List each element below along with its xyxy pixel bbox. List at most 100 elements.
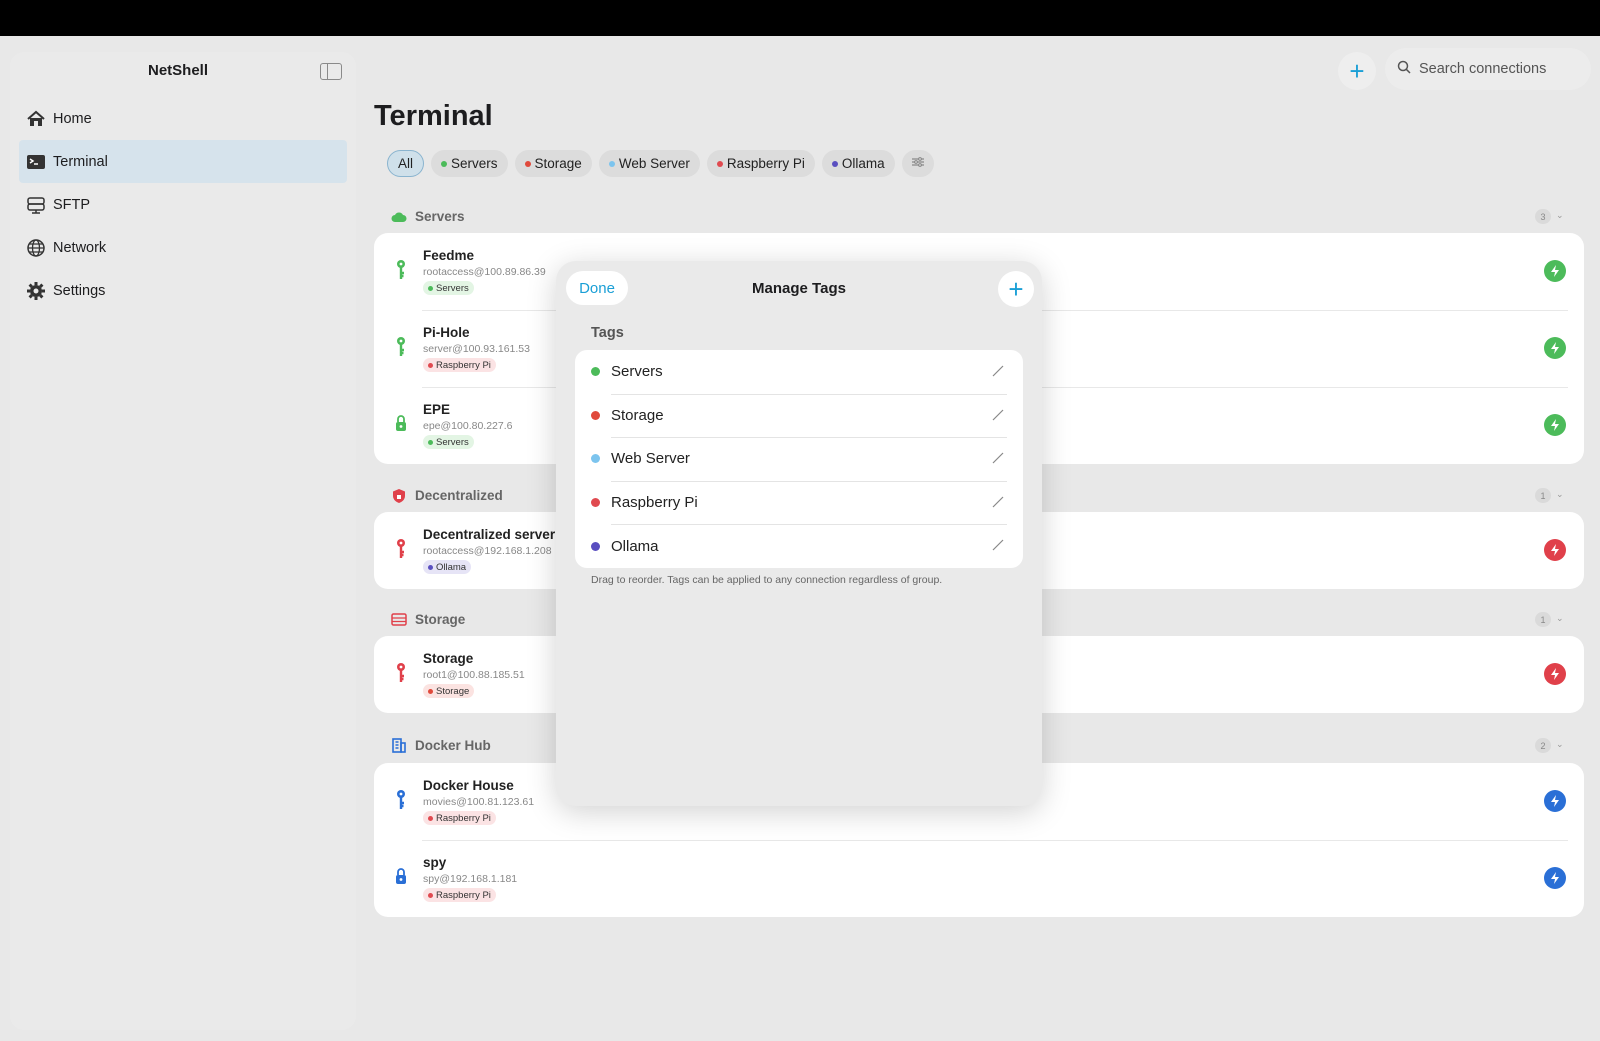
group-header-storage[interactable]: Storage [391, 612, 465, 627]
pencil-icon[interactable] [991, 408, 1005, 422]
group-title: Storage [415, 612, 466, 627]
lock-icon [396, 868, 406, 884]
tag-color-dot [591, 410, 600, 420]
connection-tag: Servers [423, 281, 474, 295]
bolt-icon [1551, 544, 1559, 556]
tag-item-raspberry-pi[interactable]: Raspberry Pi [575, 480, 1023, 525]
chevron-down-icon[interactable]: ⌄ [1556, 613, 1564, 624]
sidebar-item-label: Terminal [53, 153, 108, 170]
pencil-icon[interactable] [991, 364, 1005, 378]
tag-label: Servers [611, 363, 663, 381]
connect-bolt-button[interactable] [1544, 260, 1566, 282]
home-icon [26, 109, 46, 129]
shield-icon [391, 488, 407, 503]
tag-label: Storage [611, 406, 664, 424]
sidebar-item-network[interactable]: Network [19, 226, 347, 269]
tag-item-servers[interactable]: Servers [575, 350, 1023, 394]
filter-chip-web-server[interactable]: Web Server [598, 150, 700, 177]
sidebar-item-terminal[interactable]: Terminal [19, 140, 347, 183]
tag-color-dot [428, 564, 433, 570]
tags-section-label: Tags [591, 325, 624, 341]
connection-name: Decentralized server [423, 527, 556, 542]
connection-host: epe@100.80.227.6 [423, 420, 513, 432]
group-header-servers[interactable]: Servers [391, 209, 465, 224]
bolt-icon [1551, 795, 1559, 807]
tag-color-dot [524, 160, 531, 167]
connect-bolt-button[interactable] [1544, 337, 1566, 359]
connection-tag: Storage [423, 684, 475, 698]
sidebar-nav: Home Terminal SFTP Network Settings [19, 97, 347, 312]
connection-name: EPE [423, 402, 451, 417]
sidebar-item-sftp[interactable]: SFTP [19, 183, 347, 226]
group-count-badge: 2 [1535, 738, 1551, 753]
connect-bolt-button[interactable] [1544, 790, 1566, 812]
chevron-down-icon[interactable]: ⌄ [1556, 739, 1564, 750]
tag-color-dot [591, 541, 600, 551]
filter-chip-servers[interactable]: Servers [431, 150, 508, 177]
connection-host: movies@100.81.123.61 [423, 796, 535, 808]
connect-bolt-button[interactable] [1544, 663, 1566, 685]
group-title: Servers [415, 209, 465, 224]
tag-color-dot [608, 160, 615, 167]
terminal-icon [26, 152, 46, 172]
connection-name: Feedme [423, 248, 475, 263]
sidebar-item-settings[interactable]: Settings [19, 269, 347, 312]
pencil-icon[interactable] [991, 538, 1005, 552]
globe-icon [26, 238, 46, 258]
key-icon [397, 337, 405, 356]
tag-color-dot [716, 160, 723, 167]
tag-label: Storage [436, 685, 470, 697]
group-header-decentralized[interactable]: Decentralized [391, 488, 503, 503]
key-icon [397, 790, 405, 809]
sidebar-item-label: Home [53, 110, 92, 127]
filter-chip-storage[interactable]: Storage [514, 150, 592, 177]
add-connection-button[interactable]: + [1338, 52, 1376, 90]
connection-host: rootaccess@192.168.1.208 [423, 545, 552, 557]
search-bar[interactable] [1385, 48, 1591, 90]
group-count-badge: 3 [1535, 209, 1551, 224]
tag-color-dot [428, 815, 433, 821]
connection-row-spy[interactable]: spy spy@192.168.1.181 Raspberry Pi [374, 840, 1584, 917]
connection-name: Docker House [423, 778, 514, 793]
bolt-icon [1551, 419, 1559, 431]
filter-chip-ollama[interactable]: Ollama [821, 150, 895, 177]
cloud-icon [391, 210, 407, 224]
add-tag-button[interactable]: + [998, 271, 1034, 307]
pencil-icon[interactable] [991, 495, 1005, 509]
chevron-down-icon[interactable]: ⌄ [1556, 489, 1564, 500]
key-icon [397, 539, 405, 558]
bolt-icon [1551, 872, 1559, 884]
tag-color-dot [591, 454, 600, 464]
tag-item-web-server[interactable]: Web Server [575, 437, 1023, 481]
search-input[interactable] [1419, 61, 1579, 77]
filter-chip-raspberry-pi[interactable]: Raspberry Pi [706, 150, 815, 177]
key-icon [397, 260, 405, 279]
sidebar-toggle-icon[interactable] [320, 63, 342, 80]
chevron-down-icon[interactable]: ⌄ [1556, 210, 1564, 221]
filter-chip-all[interactable]: All [387, 150, 425, 177]
search-icon [1397, 60, 1411, 79]
pencil-icon[interactable] [991, 451, 1005, 465]
connection-host: root1@100.88.185.51 [423, 669, 525, 681]
tag-item-ollama[interactable]: Ollama [575, 524, 1023, 568]
connect-bolt-button[interactable] [1544, 414, 1566, 436]
sidebar-item-home[interactable]: Home [19, 97, 347, 140]
tag-label: Ollama [611, 537, 659, 555]
tag-label: Servers [436, 282, 469, 294]
filter-label: Storage [534, 156, 582, 171]
plus-icon: + [1349, 56, 1365, 86]
connect-bolt-button[interactable] [1544, 867, 1566, 889]
tag-color-dot [428, 892, 433, 898]
group-title: Decentralized [415, 488, 503, 503]
manage-tags-button[interactable] [901, 150, 934, 177]
connect-bolt-button[interactable] [1544, 539, 1566, 561]
page-title: Terminal [374, 100, 493, 132]
tag-item-storage[interactable]: Storage [575, 393, 1023, 438]
window-top-bar [0, 0, 1600, 36]
tag-color-dot [428, 688, 433, 694]
tag-label: Raspberry Pi [436, 812, 491, 824]
group-count-badge: 1 [1535, 612, 1551, 627]
tag-label: Raspberry Pi [611, 494, 698, 512]
filter-label: Ollama [841, 156, 885, 171]
group-header-docker-hub[interactable]: Docker Hub [391, 738, 491, 753]
